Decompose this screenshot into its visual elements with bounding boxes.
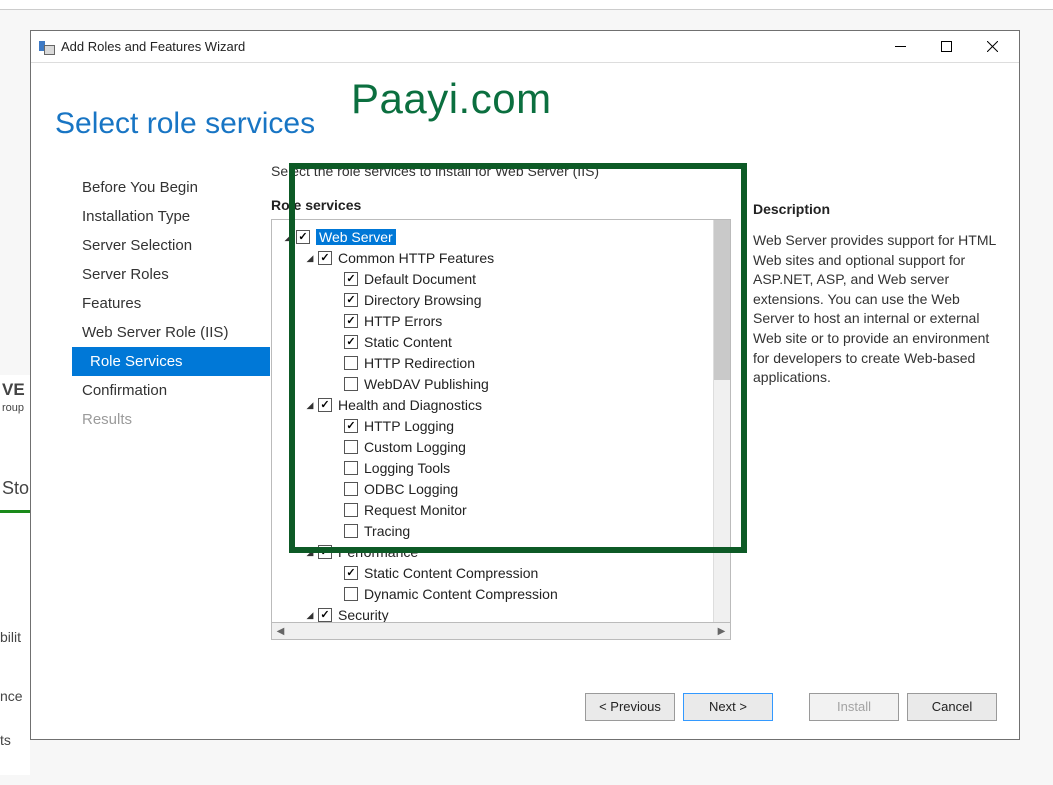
tree-checkbox[interactable] xyxy=(344,356,358,370)
description-heading: Description xyxy=(753,201,996,217)
tree-checkbox[interactable] xyxy=(344,335,358,349)
nav-confirmation[interactable]: Confirmation xyxy=(77,376,271,405)
nav-web-server-role[interactable]: Web Server Role (IIS) xyxy=(77,318,271,347)
tree-checkbox[interactable] xyxy=(344,524,358,538)
nav-server-selection[interactable]: Server Selection xyxy=(77,231,271,260)
tree-item-label: Static Content xyxy=(364,334,452,350)
tree-item-label: Security xyxy=(338,607,389,622)
tree-item[interactable]: ◢ Common HTTP Features xyxy=(282,248,709,268)
tree-vertical-scrollbar[interactable] xyxy=(713,220,730,622)
tree-checkbox[interactable] xyxy=(318,608,332,622)
tree-item[interactable]: ▷ODBC Logging xyxy=(282,479,709,499)
maximize-button[interactable] xyxy=(923,32,969,62)
wizard-nav: Before You Begin Installation Type Serve… xyxy=(31,163,271,674)
tree-expander-icon[interactable]: ◢ xyxy=(282,232,294,243)
tree-item-label: HTTP Errors xyxy=(364,313,442,329)
watermark-text: Paayi.com xyxy=(351,75,552,123)
background-top-bar xyxy=(0,0,1053,10)
tree-item[interactable]: ▷Static Content Compression xyxy=(282,563,709,583)
tree-item[interactable]: ▷Dynamic Content Compression xyxy=(282,584,709,604)
tree-checkbox[interactable] xyxy=(344,503,358,517)
previous-button[interactable]: < Previous xyxy=(585,693,675,721)
instruction-text: Select the role services to install for … xyxy=(271,163,731,197)
tree-expander-icon[interactable]: ◢ xyxy=(304,400,316,411)
tree-checkbox[interactable] xyxy=(344,440,358,454)
tree-item[interactable]: ▷Logging Tools xyxy=(282,458,709,478)
tree-horizontal-scrollbar[interactable]: ◀ ▶ xyxy=(271,623,731,640)
tree-item-label: Static Content Compression xyxy=(364,565,538,581)
tree-item[interactable]: ▷HTTP Logging xyxy=(282,416,709,436)
tree-item-label: WebDAV Publishing xyxy=(364,376,489,392)
tree-expander-icon[interactable]: ◢ xyxy=(304,610,316,621)
minimize-button[interactable] xyxy=(877,32,923,62)
tree-expander-icon[interactable]: ◢ xyxy=(304,547,316,558)
nav-features[interactable]: Features xyxy=(77,289,271,318)
tree-item-label: Tracing xyxy=(364,523,410,539)
tree-item-label: Custom Logging xyxy=(364,439,466,455)
tree-item[interactable]: ▷Static Content xyxy=(282,332,709,352)
tree-checkbox[interactable] xyxy=(344,272,358,286)
wizard-footer: < Previous Next > Install Cancel xyxy=(31,674,1019,739)
window-title: Add Roles and Features Wizard xyxy=(61,39,245,54)
tree-expander-icon[interactable]: ◢ xyxy=(304,253,316,264)
tree-item[interactable]: ▷Request Monitor xyxy=(282,500,709,520)
tree-checkbox[interactable] xyxy=(318,398,332,412)
tree-item-label: ODBC Logging xyxy=(364,481,458,497)
nav-role-services[interactable]: Role Services xyxy=(72,347,270,376)
scroll-left-icon[interactable]: ◀ xyxy=(272,623,289,639)
tree-checkbox[interactable] xyxy=(344,419,358,433)
tree-item[interactable]: ◢ Performance xyxy=(282,542,709,562)
tree-item[interactable]: ▷WebDAV Publishing xyxy=(282,374,709,394)
wizard-window: Add Roles and Features Wizard Paayi.com … xyxy=(30,30,1020,740)
description-text: Web Server provides support for HTML Web… xyxy=(753,231,996,388)
role-services-tree: ◢Web Server◢Common HTTP Features▷Default… xyxy=(271,219,731,623)
tree-item-label: Default Document xyxy=(364,271,476,287)
tree-item-label: Common HTTP Features xyxy=(338,250,494,266)
nav-before-you-begin[interactable]: Before You Begin xyxy=(77,173,271,202)
tree-item-label: Performance xyxy=(338,544,418,560)
tree-item-label: Health and Diagnostics xyxy=(338,397,482,413)
scroll-right-icon[interactable]: ▶ xyxy=(713,623,730,639)
tree-checkbox[interactable] xyxy=(344,293,358,307)
tree-item-label: HTTP Redirection xyxy=(364,355,475,371)
background-green-line xyxy=(0,510,30,513)
tree-item[interactable]: ◢ Security xyxy=(282,605,709,622)
tree-item[interactable]: ▷HTTP Errors xyxy=(282,311,709,331)
tree-checkbox[interactable] xyxy=(344,482,358,496)
cancel-button[interactable]: Cancel xyxy=(907,693,997,721)
nav-server-roles[interactable]: Server Roles xyxy=(77,260,271,289)
titlebar[interactable]: Add Roles and Features Wizard xyxy=(31,31,1019,63)
tree-checkbox[interactable] xyxy=(344,314,358,328)
tree-item-label: Directory Browsing xyxy=(364,292,481,308)
tree-item[interactable]: ▷Default Document xyxy=(282,269,709,289)
nav-results: Results xyxy=(77,405,271,434)
destination-server-box xyxy=(811,85,997,155)
tree-item[interactable]: ◢ Web Server xyxy=(282,227,709,247)
role-services-label: Role services xyxy=(271,197,731,213)
tree-checkbox[interactable] xyxy=(344,461,358,475)
tree-item-label: Request Monitor xyxy=(364,502,467,518)
tree-checkbox[interactable] xyxy=(344,566,358,580)
tree-checkbox[interactable] xyxy=(296,230,310,244)
tree-checkbox[interactable] xyxy=(344,377,358,391)
tree-item-label: HTTP Logging xyxy=(364,418,454,434)
nav-installation-type[interactable]: Installation Type xyxy=(77,202,271,231)
tree-item-label: Web Server xyxy=(316,229,396,245)
background-panel: VE roup Sto bilit nce ts xyxy=(0,375,30,775)
tree-item[interactable]: ▷HTTP Redirection xyxy=(282,353,709,373)
tree-item[interactable]: ▷Tracing xyxy=(282,521,709,541)
tree-item[interactable]: ▷Custom Logging xyxy=(282,437,709,457)
tree-item-label: Dynamic Content Compression xyxy=(364,586,558,602)
tree-checkbox[interactable] xyxy=(318,545,332,559)
tree-item[interactable]: ◢ Health and Diagnostics xyxy=(282,395,709,415)
server-manager-icon xyxy=(39,39,55,55)
tree-checkbox[interactable] xyxy=(318,251,332,265)
install-button: Install xyxy=(809,693,899,721)
tree-item[interactable]: ▷Directory Browsing xyxy=(282,290,709,310)
tree-item-label: Logging Tools xyxy=(364,460,450,476)
tree-checkbox[interactable] xyxy=(344,587,358,601)
close-button[interactable] xyxy=(969,32,1015,62)
next-button[interactable]: Next > xyxy=(683,693,773,721)
